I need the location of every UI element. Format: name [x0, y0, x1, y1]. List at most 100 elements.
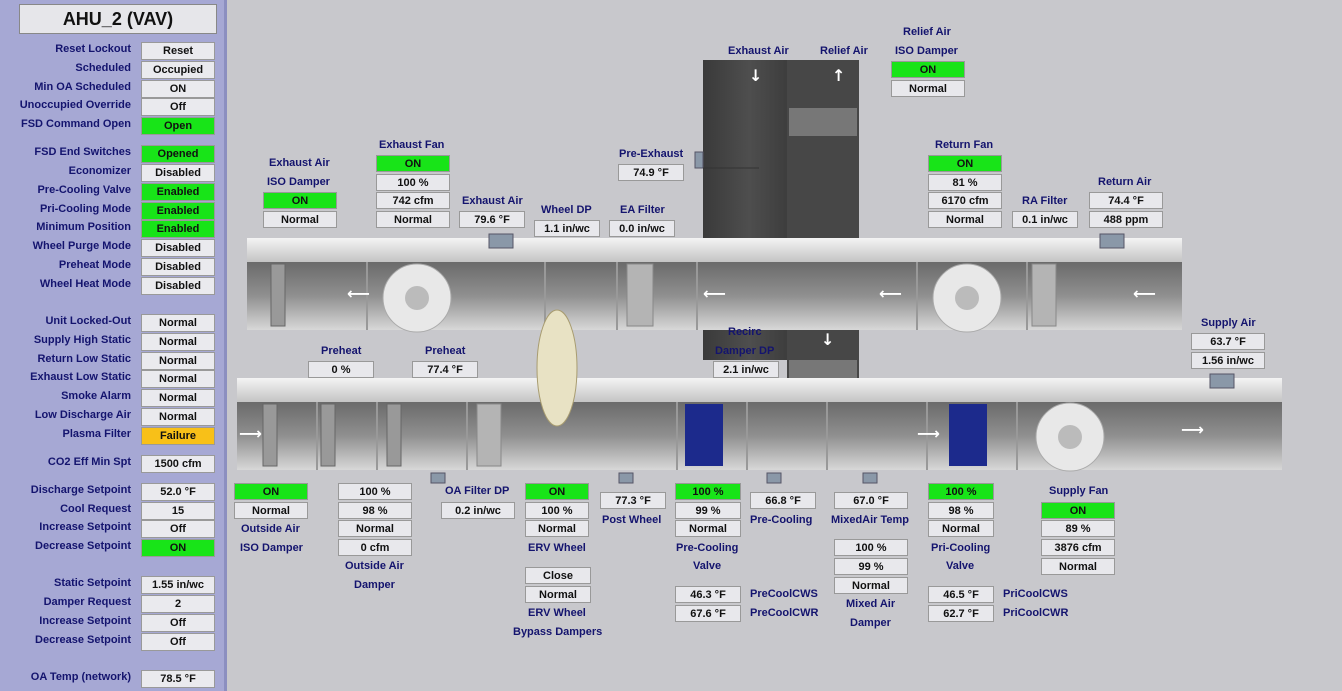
sidebar-row-value[interactable]: ON: [141, 539, 215, 557]
sidebar-row-value[interactable]: 78.5 °F: [141, 670, 215, 688]
supply-fan-status[interactable]: ON: [1041, 502, 1115, 519]
sidebar-row-value[interactable]: Off: [141, 98, 215, 116]
sidebar-row: Unit Locked-Out Normal: [0, 314, 224, 332]
sensor-icon: [430, 472, 446, 484]
label: Wheel DP: [541, 204, 592, 216]
sidebar-row: Return Low Static Normal: [0, 352, 224, 370]
sidebar-row-value[interactable]: Off: [141, 633, 215, 651]
label: Pre-Cooling: [676, 542, 739, 554]
sidebar-row: Decrease Setpoint ON: [0, 539, 224, 557]
sidebar-row-value[interactable]: Disabled: [141, 277, 215, 295]
label: Supply Fan: [1049, 485, 1109, 497]
sidebar-row-value[interactable]: Occupied: [141, 61, 215, 79]
label: ERV Wheel: [528, 542, 586, 554]
sidebar-row-value[interactable]: Normal: [141, 389, 215, 407]
label: Pri-Cooling: [931, 542, 991, 554]
exhaust-fan-status[interactable]: ON: [376, 155, 450, 172]
label: ISO Damper: [895, 45, 958, 57]
sidebar-row: Plasma Filter Failure: [0, 427, 224, 445]
sensor-icon: [766, 472, 782, 484]
sidebar-row-value[interactable]: Off: [141, 520, 215, 538]
sidebar-row-label: Smoke Alarm: [61, 390, 131, 402]
sidebar-row-label: Exhaust Low Static: [30, 371, 131, 383]
sidebar-row-value[interactable]: Normal: [141, 370, 215, 388]
erv-wheel-speed: 100 %: [525, 502, 589, 519]
sidebar-row-value[interactable]: 52.0 °F: [141, 483, 215, 501]
sidebar-row: Preheat Mode Disabled: [0, 258, 224, 276]
exhaust-damper-icon: [270, 263, 286, 327]
sidebar-row-value[interactable]: Normal: [141, 333, 215, 351]
outside-iso-damper-status[interactable]: ON: [234, 483, 308, 500]
mixed-damper-fb: 99 %: [834, 558, 908, 575]
sidebar-row-value[interactable]: 1500 cfm: [141, 455, 215, 473]
exhaust-iso-damper-status[interactable]: ON: [263, 192, 337, 209]
label: RA Filter: [1022, 195, 1068, 207]
sidebar-row-value[interactable]: Disabled: [141, 239, 215, 257]
sidebar-row-value[interactable]: 2: [141, 595, 215, 613]
sidebar-row-label: Return Low Static: [37, 353, 131, 365]
sidebar-row: Pri-Cooling Mode Enabled: [0, 202, 224, 220]
sidebar-row-value[interactable]: Opened: [141, 145, 215, 163]
sidebar-row-value[interactable]: Normal: [141, 314, 215, 332]
label: Valve: [946, 560, 975, 572]
exhaust-fan-cfm: 742 cfm: [376, 192, 450, 209]
erv-bypass-state[interactable]: Close: [525, 567, 591, 584]
arrow-icon: ⟵: [703, 284, 726, 303]
sidebar-row-value[interactable]: Normal: [141, 408, 215, 426]
page-title: AHU_2 (VAV): [19, 4, 217, 34]
sidebar-row-value[interactable]: Disabled: [141, 164, 215, 182]
relief-iso-damper-status[interactable]: ON: [891, 61, 965, 78]
label: MixedAir Temp: [831, 514, 910, 526]
label: PriCoolCWR: [1003, 607, 1069, 619]
precoolcwr-temp: 67.6 °F: [675, 605, 741, 622]
sidebar-row-value[interactable]: Normal: [141, 352, 215, 370]
sidebar-row: CO2 Eff Min Spt 1500 cfm: [0, 455, 224, 473]
label: Post Wheel: [602, 514, 662, 526]
return-fan-status[interactable]: ON: [928, 155, 1002, 172]
exhaust-fan-alarm: Normal: [376, 211, 450, 228]
sidebar-row: Supply High Static Normal: [0, 333, 224, 351]
sidebar-row-value[interactable]: 15: [141, 502, 215, 520]
sidebar-row-value[interactable]: 1.55 in/wc: [141, 576, 215, 594]
sidebar-row: Unoccupied Override Off: [0, 98, 224, 116]
sidebar-row-label: Reset Lockout: [55, 43, 131, 55]
sidebar-row-value[interactable]: ON: [141, 80, 215, 98]
oa-damper-cmd: 100 %: [338, 483, 412, 500]
label: EA Filter: [620, 204, 665, 216]
arrow-icon: ↑: [832, 66, 846, 85]
sidebar: AHU_2 (VAV) Reset Lockout Reset Scheduled O…: [0, 0, 227, 691]
preheat-valve-pct: 0 %: [308, 361, 374, 378]
pricool-valve-fb: 98 %: [928, 502, 994, 519]
erv-wheel-alarm: Normal: [525, 520, 589, 537]
sidebar-row-value[interactable]: Enabled: [141, 220, 215, 238]
sidebar-row-value[interactable]: Enabled: [141, 202, 215, 220]
arrow-icon: ⟵: [347, 284, 370, 303]
sidebar-row-value[interactable]: Disabled: [141, 258, 215, 276]
pricoolcws-temp: 46.5 °F: [928, 586, 994, 603]
label: Damper DP: [715, 345, 775, 357]
erv-wheel-status[interactable]: ON: [525, 483, 589, 500]
sidebar-row-label: Discharge Setpoint: [30, 484, 131, 496]
sidebar-row-value[interactable]: Reset: [141, 42, 215, 60]
label: Preheat: [425, 345, 466, 357]
return-fan-cfm: 6170 cfm: [928, 192, 1002, 209]
sidebar-row-label: Scheduled: [75, 62, 131, 74]
relief-iso-damper-alarm: Normal: [891, 80, 965, 97]
sidebar-row-value[interactable]: Off: [141, 614, 215, 632]
sidebar-row-label: Decrease Setpoint: [35, 540, 131, 552]
label: Return Fan: [935, 139, 994, 151]
sidebar-row-value[interactable]: Open: [141, 117, 215, 135]
sidebar-row-label: Minimum Position: [36, 221, 131, 233]
label: PreCoolCWR: [750, 607, 819, 619]
sidebar-row-value[interactable]: Enabled: [141, 183, 215, 201]
supply-air-temp: 63.7 °F: [1191, 333, 1265, 350]
sidebar-row: Scheduled Occupied: [0, 61, 224, 79]
sidebar-row-value[interactable]: Failure: [141, 427, 215, 445]
sensor-icon: [1209, 373, 1235, 389]
sidebar-row-label: OA Temp (network): [30, 671, 131, 683]
sidebar-row: Economizer Disabled: [0, 164, 224, 182]
sidebar-row: OA Temp (network) 78.5 °F: [0, 670, 224, 688]
lower-duct-top: [237, 378, 1282, 402]
label: Damper: [354, 579, 395, 591]
sidebar-row: Decrease Setpoint Off: [0, 633, 224, 651]
